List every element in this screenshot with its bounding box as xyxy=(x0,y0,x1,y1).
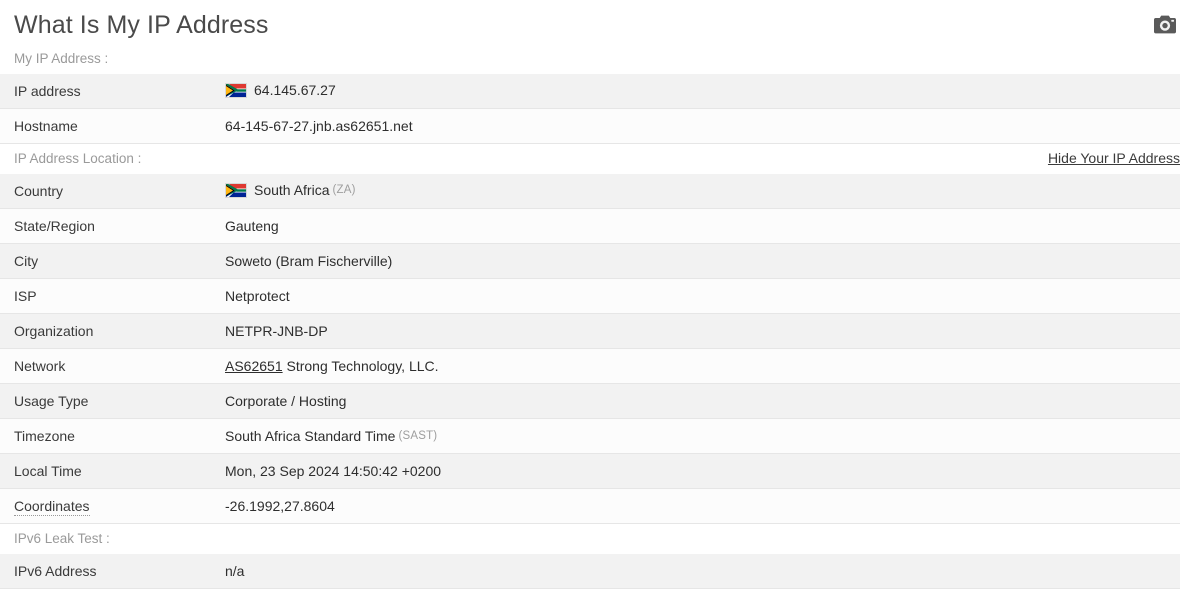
table-row: Network AS62651 Strong Technology, LLC. xyxy=(0,348,1180,384)
row-label-text: Hostname xyxy=(14,118,78,134)
table-row: Country South Africa (ZA) xyxy=(0,173,1180,209)
row-value: -26.1992,27.8604 xyxy=(219,488,1180,524)
row-value-text: Soweto (Bram Fischerville) xyxy=(225,253,393,269)
camera-icon[interactable] xyxy=(1152,11,1178,37)
row-label-text: Usage Type xyxy=(14,393,89,409)
south-africa-flag-icon xyxy=(225,182,247,198)
section-label-text: IPv6 Leak Test : xyxy=(14,531,110,546)
row-value-text: Mon, 23 Sep 2024 14:50:42 +0200 xyxy=(225,463,442,479)
page-title: What Is My IP Address xyxy=(14,10,269,39)
section-label-text: IP Address Location : xyxy=(14,151,142,166)
row-value-text: Netprotect xyxy=(225,288,290,304)
row-label: Usage Type xyxy=(0,383,219,419)
south-africa-flag-icon xyxy=(225,82,247,98)
row-label: Organization xyxy=(0,313,219,349)
row-label: State/Region xyxy=(0,208,219,244)
row-value-content: -26.1992,27.8604 xyxy=(225,498,335,514)
row-value-content: 64-145-67-27.jnb.as62651.net xyxy=(225,118,413,134)
row-label-text: IP address xyxy=(14,83,81,99)
row-value-text: 64.145.67.27 xyxy=(254,82,336,99)
row-value: Soweto (Bram Fischerville) xyxy=(219,243,1180,279)
page-header: What Is My IP Address xyxy=(0,0,1200,44)
row-value: Corporate / Hosting xyxy=(219,383,1180,419)
row-value: Netprotect xyxy=(219,278,1180,314)
row-label-text: State/Region xyxy=(14,218,95,234)
row-value-text: 64-145-67-27.jnb.as62651.net xyxy=(225,118,413,134)
row-value-text: Gauteng xyxy=(225,218,279,234)
row-value: n/a xyxy=(219,553,1180,589)
table-row: Timezone South Africa Standard Time (SAST) xyxy=(0,418,1180,454)
row-value: 64-145-67-27.jnb.as62651.net xyxy=(219,108,1180,144)
table-row: City Soweto (Bram Fischerville) xyxy=(0,243,1180,279)
row-value: 64.145.67.27 xyxy=(219,73,1180,109)
row-value-text: -26.1992,27.8604 xyxy=(225,498,335,514)
row-value-text: Corporate / Hosting xyxy=(225,393,347,409)
row-label: City xyxy=(0,243,219,279)
row-value-content: South Africa (ZA) xyxy=(225,182,356,198)
row-label-text: IPv6 Address xyxy=(14,563,97,579)
row-label-text: Timezone xyxy=(14,428,75,444)
row-value-text: South Africa Standard Time xyxy=(225,428,396,444)
row-label-text: City xyxy=(14,253,39,269)
asn-link[interactable]: AS62651 xyxy=(225,358,283,374)
row-value-content: Corporate / Hosting xyxy=(225,393,346,409)
row-value: NETPR-JNB-DP xyxy=(219,313,1180,349)
row-label: Hostname xyxy=(0,108,219,144)
table-row: Hostname 64-145-67-27.jnb.as62651.net xyxy=(0,108,1180,144)
row-value: Mon, 23 Sep 2024 14:50:42 +0200 xyxy=(219,453,1180,489)
row-value: South Africa (ZA) xyxy=(219,173,1180,209)
row-label-text: Organization xyxy=(14,323,94,339)
row-value-suffix: (ZA) xyxy=(332,184,356,197)
table-row: IPv6 Address n/a xyxy=(0,553,1180,589)
row-label-text: Local Time xyxy=(14,463,82,479)
row-label: Network xyxy=(0,348,219,384)
row-label: Country xyxy=(0,173,219,209)
row-label: Timezone xyxy=(0,418,219,454)
table-row: Local Time Mon, 23 Sep 2024 14:50:42 +020… xyxy=(0,453,1180,489)
info-table-0: IP address 64.145.67.27 Hostname 64-145-67-… xyxy=(0,73,1180,144)
row-value-content: n/a xyxy=(225,563,244,579)
row-label-text: Network xyxy=(14,358,66,374)
row-label-text: ISP xyxy=(14,288,37,304)
row-value-content: AS62651 Strong Technology, LLC. xyxy=(225,358,439,374)
row-value-text: n/a xyxy=(225,563,245,579)
section-label-1: IP Address Location : Hide Your IP Addres… xyxy=(0,144,1200,173)
row-label: Coordinates xyxy=(0,488,219,524)
info-table-2: IPv6 Address n/a xyxy=(0,553,1180,589)
row-value: South Africa Standard Time (SAST) xyxy=(219,418,1180,454)
row-value-text: South Africa xyxy=(254,182,330,199)
row-value-content: 64.145.67.27 xyxy=(225,82,336,98)
table-row: ISP Netprotect xyxy=(0,278,1180,314)
table-row: Usage Type Corporate / Hosting xyxy=(0,383,1180,419)
row-value-text: Strong Technology, LLC. xyxy=(286,358,439,374)
sections-container: My IP Address : IP address 64.145.67.27 Hos… xyxy=(0,44,1200,589)
section-label-2: IPv6 Leak Test : xyxy=(0,524,1200,553)
row-label: ISP xyxy=(0,278,219,314)
row-value-text: NETPR-JNB-DP xyxy=(225,323,328,339)
row-label: Local Time xyxy=(0,453,219,489)
row-value-content: Soweto (Bram Fischerville) xyxy=(225,253,392,269)
row-value-content: NETPR-JNB-DP xyxy=(225,323,328,339)
row-value-content: Mon, 23 Sep 2024 14:50:42 +0200 xyxy=(225,463,441,479)
table-row: Coordinates -26.1992,27.8604 xyxy=(0,488,1180,524)
info-table-1: Country South Africa (ZA) State/Region Gaute… xyxy=(0,173,1180,524)
row-label: IPv6 Address xyxy=(0,553,219,589)
hide-your-ip-address-link[interactable]: Hide Your IP Address xyxy=(1048,144,1180,173)
row-value: AS62651 Strong Technology, LLC. xyxy=(219,348,1180,384)
section-label-0: My IP Address : xyxy=(0,44,1200,73)
row-label: IP address xyxy=(0,73,219,109)
section-label-text: My IP Address : xyxy=(14,51,109,66)
row-value-suffix: (SAST) xyxy=(398,430,438,442)
table-row: IP address 64.145.67.27 xyxy=(0,73,1180,109)
row-value-content: Netprotect xyxy=(225,288,290,304)
row-value-content: Gauteng xyxy=(225,218,279,234)
row-label-text[interactable]: Coordinates xyxy=(14,498,90,516)
row-value: Gauteng xyxy=(219,208,1180,244)
row-value-content: South Africa Standard Time (SAST) xyxy=(225,428,437,444)
row-label-text: Country xyxy=(14,183,64,199)
whatismyipaddress-page: What Is My IP Address My IP Address : IP … xyxy=(0,0,1200,600)
table-row: Organization NETPR-JNB-DP xyxy=(0,313,1180,349)
table-row: State/Region Gauteng xyxy=(0,208,1180,244)
